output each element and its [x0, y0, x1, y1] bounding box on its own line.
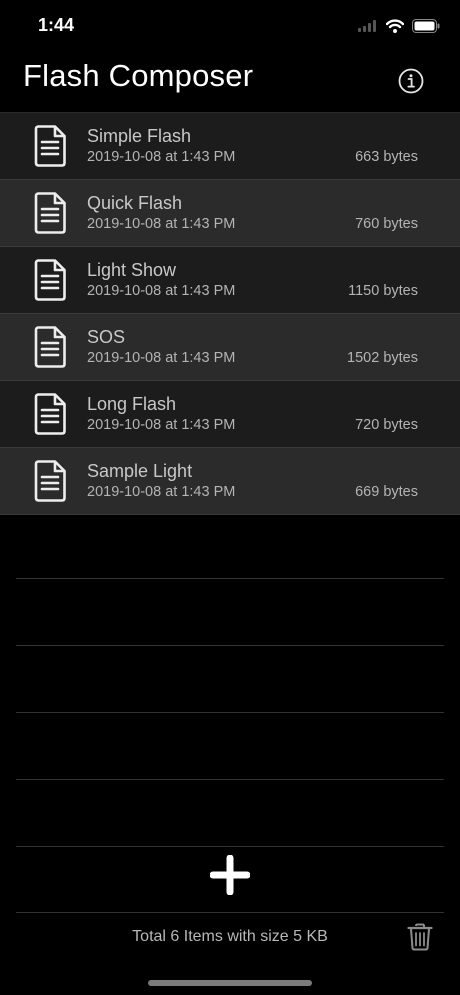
document-icon: [34, 393, 66, 435]
document-icon: [34, 192, 66, 234]
footer-summary: Total 6 Items with size 5 KB: [132, 928, 328, 945]
home-indicator: [148, 980, 312, 986]
status-icons: [358, 16, 440, 36]
file-row-light-show[interactable]: Light Show 2019-10-08 at 1:43 PM 1150 by…: [0, 247, 460, 314]
plus-icon[interactable]: [210, 855, 250, 895]
file-row-sample-light[interactable]: Sample Light 2019-10-08 at 1:43 PM 669 b…: [0, 448, 460, 515]
file-name: Sample Light: [87, 461, 193, 481]
toolbar-divider: [16, 912, 444, 913]
battery-icon: [412, 19, 440, 33]
file-date: 2019-10-08 at 1:43 PM: [87, 283, 236, 299]
status-bar: 1:44: [0, 0, 460, 52]
file-date: 2019-10-08 at 1:43 PM: [87, 350, 236, 366]
page-title: Flash Composer: [23, 58, 254, 93]
file-name: Light Show: [87, 260, 177, 280]
document-icon: [34, 326, 66, 368]
file-list: Simple Flash 2019-10-08 at 1:43 PM 663 b…: [0, 112, 460, 515]
file-size: 760 bytes: [355, 216, 418, 232]
empty-row: [16, 579, 444, 646]
navigation-bar: Flash Composer: [0, 52, 460, 112]
file-size: 663 bytes: [355, 149, 418, 165]
info-icon[interactable]: [398, 68, 424, 94]
file-name: Quick Flash: [87, 193, 183, 213]
file-name: Simple Flash: [87, 126, 192, 146]
file-size: 669 bytes: [355, 484, 418, 500]
file-date: 2019-10-08 at 1:43 PM: [87, 484, 236, 500]
empty-row: [16, 512, 444, 579]
document-icon: [34, 259, 66, 301]
document-icon: [34, 460, 66, 502]
file-size: 1150 bytes: [348, 283, 418, 299]
file-size: 1502 bytes: [347, 350, 418, 366]
trash-icon[interactable]: [407, 923, 433, 951]
empty-row: [16, 646, 444, 713]
wifi-icon: [386, 19, 404, 33]
empty-row: [16, 713, 444, 780]
file-name: Long Flash: [87, 394, 177, 414]
file-row-quick-flash[interactable]: Quick Flash 2019-10-08 at 1:43 PM 760 by…: [0, 180, 460, 247]
file-row-long-flash[interactable]: Long Flash 2019-10-08 at 1:43 PM 720 byt…: [0, 381, 460, 448]
file-row-sos[interactable]: SOS 2019-10-08 at 1:43 PM 1502 bytes: [0, 314, 460, 381]
file-size: 720 bytes: [355, 417, 418, 433]
file-date: 2019-10-08 at 1:43 PM: [87, 417, 236, 433]
empty-row: [16, 780, 444, 847]
file-date: 2019-10-08 at 1:43 PM: [87, 216, 236, 232]
file-date: 2019-10-08 at 1:43 PM: [87, 149, 236, 165]
empty-list-rows: [16, 512, 444, 847]
file-row-simple-flash[interactable]: Simple Flash 2019-10-08 at 1:43 PM 663 b…: [0, 112, 460, 180]
document-icon: [34, 125, 66, 167]
file-name: SOS: [87, 327, 126, 347]
status-time: 1:44: [38, 15, 75, 35]
cellular-signal-icon: [358, 20, 376, 32]
